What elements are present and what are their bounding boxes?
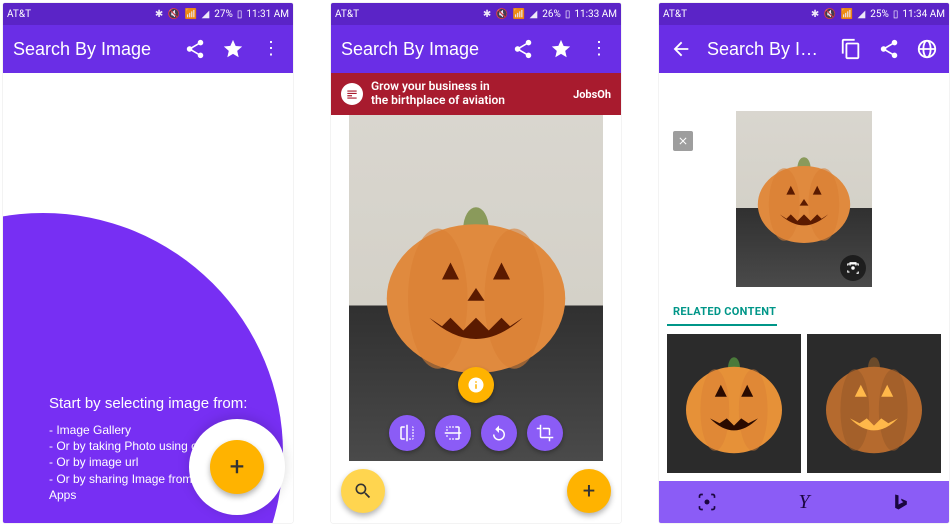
pumpkin-image xyxy=(370,182,583,395)
app-bar: Search By Image ⋮ xyxy=(331,25,621,73)
ad-brand: JobsOh xyxy=(573,88,611,101)
status-icons: ✱ 🔇 📶 ◢ xyxy=(811,9,866,20)
result-item[interactable] xyxy=(807,334,941,473)
battery-icon: ▯ xyxy=(893,9,899,20)
query-image-area xyxy=(659,73,949,295)
overflow-menu-icon[interactable]: ⋮ xyxy=(587,37,611,61)
carrier-label: AT&T xyxy=(663,9,811,20)
share-icon[interactable] xyxy=(183,37,207,61)
ad-text: Grow your business in the birthplace of … xyxy=(371,80,573,108)
page-title: Search By Image xyxy=(13,39,169,60)
page-title: Search By Im… xyxy=(707,39,825,60)
close-icon[interactable] xyxy=(673,131,693,151)
app-bar: Search By Im… xyxy=(659,25,949,73)
add-image-fab[interactable]: + xyxy=(567,469,611,513)
copy-icon[interactable] xyxy=(839,37,863,61)
globe-icon[interactable] xyxy=(915,37,939,61)
battery-icon: ▯ xyxy=(565,9,571,20)
nav-bing-icon[interactable] xyxy=(852,481,949,523)
image-tools xyxy=(389,367,563,451)
app-bar: Search By Image ⋮ xyxy=(3,25,293,73)
search-fab[interactable] xyxy=(341,469,385,513)
battery-icon: ▯ xyxy=(237,9,243,20)
info-button[interactable] xyxy=(458,367,494,403)
nav-yahoo-icon[interactable]: Y xyxy=(756,481,853,523)
status-bar: AT&T ✱ 🔇 📶 ◢ 27% ▯ 11:31 AM xyxy=(3,3,293,25)
screenshot-2: AT&T ✱ 🔇 📶 ◢ 26% ▯ 11:33 AM Search By Im… xyxy=(331,3,621,523)
pumpkin-image xyxy=(749,144,859,254)
result-item[interactable] xyxy=(667,334,801,473)
back-icon[interactable] xyxy=(669,37,693,61)
carrier-label: AT&T xyxy=(7,9,155,20)
status-bar: AT&T ✱ 🔇 📶 ◢ 25% ▯ 11:34 AM xyxy=(659,3,949,25)
lens-icon[interactable] xyxy=(840,255,866,281)
screen-body: + xyxy=(331,115,621,523)
add-image-fab[interactable]: + xyxy=(210,440,264,494)
star-icon[interactable] xyxy=(221,37,245,61)
results-grid xyxy=(659,326,949,481)
nav-lens-icon[interactable] xyxy=(659,481,756,523)
page-title: Search By Image xyxy=(341,39,497,60)
status-icons: ✱ 🔇 📶 ◢ xyxy=(155,9,210,20)
share-icon[interactable] xyxy=(877,37,901,61)
related-content-label: RELATED CONTENT xyxy=(659,295,949,324)
fab-wrapper: + xyxy=(189,419,285,515)
onboard-heading: Start by selecting image from: xyxy=(49,395,273,412)
share-icon[interactable] xyxy=(511,37,535,61)
battery-pct: 26% xyxy=(542,9,561,20)
flip-horizontal-button[interactable] xyxy=(389,415,425,451)
clock: 11:34 AM xyxy=(902,9,945,20)
flip-vertical-button[interactable] xyxy=(435,415,471,451)
overflow-menu-icon[interactable]: ⋮ xyxy=(259,37,283,61)
ad-banner[interactable]: Grow your business in the birthplace of … xyxy=(331,73,621,115)
clock: 11:33 AM xyxy=(574,9,617,20)
screen-body: Start by selecting image from: - Image G… xyxy=(3,73,293,523)
screen-body: RELATED CONTENT xyxy=(659,73,949,523)
screenshot-1: AT&T ✱ 🔇 📶 ◢ 27% ▯ 11:31 AM Search By Im… xyxy=(3,3,293,523)
status-bar: AT&T ✱ 🔇 📶 ◢ 26% ▯ 11:33 AM xyxy=(331,3,621,25)
battery-pct: 27% xyxy=(214,9,233,20)
crop-button[interactable] xyxy=(527,415,563,451)
carrier-label: AT&T xyxy=(335,9,483,20)
star-icon[interactable] xyxy=(549,37,573,61)
ad-app-icon xyxy=(341,83,363,105)
query-thumbnail[interactable] xyxy=(736,111,872,287)
status-icons: ✱ 🔇 📶 ◢ xyxy=(483,9,538,20)
pumpkin-image xyxy=(674,344,794,464)
clock: 11:31 AM xyxy=(246,9,289,20)
pumpkin-image xyxy=(814,344,934,464)
battery-pct: 25% xyxy=(870,9,889,20)
screenshot-3: AT&T ✱ 🔇 📶 ◢ 25% ▯ 11:34 AM Search By Im… xyxy=(659,3,949,523)
bottom-nav: Y xyxy=(659,481,949,523)
rotate-button[interactable] xyxy=(481,415,517,451)
